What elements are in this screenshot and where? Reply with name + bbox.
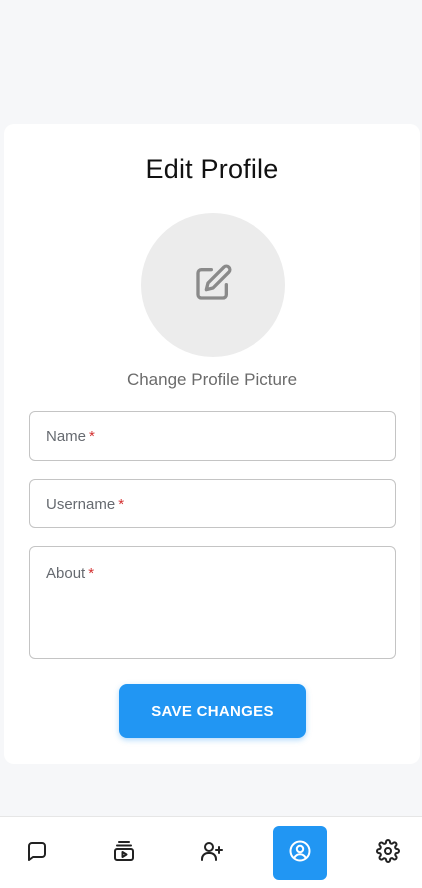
profile-circle-icon bbox=[288, 839, 312, 868]
save-changes-button[interactable]: SAVE CHANGES bbox=[119, 684, 306, 738]
profile-picture-button[interactable] bbox=[141, 213, 285, 357]
app-root: Edit Profile Change Profile Picture Name… bbox=[0, 0, 422, 888]
name-input[interactable] bbox=[30, 412, 395, 460]
about-textarea[interactable] bbox=[30, 547, 395, 658]
username-field[interactable]: Username * bbox=[29, 479, 396, 528]
name-field[interactable]: Name * bbox=[29, 411, 396, 461]
gear-icon bbox=[376, 838, 400, 868]
video-stack-icon bbox=[112, 839, 136, 868]
about-field[interactable]: About * bbox=[29, 546, 396, 659]
add-user-icon bbox=[200, 839, 224, 868]
edit-icon bbox=[193, 263, 233, 308]
nav-item-chats[interactable] bbox=[10, 826, 64, 880]
change-profile-picture-link[interactable]: Change Profile Picture bbox=[4, 370, 420, 390]
nav-item-videos[interactable] bbox=[97, 826, 151, 880]
edit-profile-card: Edit Profile Change Profile Picture Name… bbox=[4, 124, 420, 764]
nav-item-add-friend[interactable] bbox=[185, 826, 239, 880]
username-input[interactable] bbox=[30, 480, 395, 527]
page-title: Edit Profile bbox=[145, 154, 279, 184]
bottom-nav bbox=[0, 816, 422, 888]
nav-item-profile[interactable] bbox=[273, 826, 327, 880]
chat-bubble-icon bbox=[25, 839, 49, 868]
nav-item-settings[interactable] bbox=[361, 826, 415, 880]
